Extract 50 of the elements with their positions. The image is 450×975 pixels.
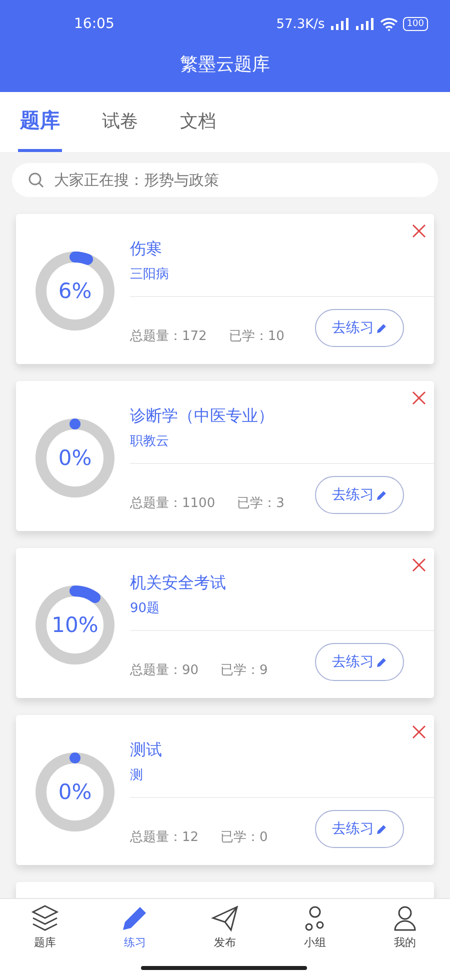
course-title: 伤寒 <box>130 239 163 260</box>
wifi-icon <box>380 17 398 31</box>
practice-button[interactable]: 去练习 <box>315 309 404 347</box>
nav-item[interactable]: 小组 <box>270 899 360 975</box>
battery-indicator: 100 <box>402 17 428 31</box>
course-subtitle: 测 <box>130 767 144 784</box>
learned-count: 已学：9 <box>220 662 268 679</box>
nav-item[interactable]: 我的 <box>360 899 450 975</box>
progress-percent: 0% <box>58 780 92 804</box>
nav-item[interactable]: 发布 <box>180 899 270 975</box>
search-field[interactable]: 大家正在搜：形势与政策 <box>12 163 438 197</box>
course-subtitle: 三阳病 <box>130 266 170 283</box>
learned-count: 已学：0 <box>220 829 268 846</box>
paper-plane-icon <box>210 903 240 933</box>
close-icon[interactable] <box>412 558 426 572</box>
course-title: 诊断学（中医专业） <box>130 406 275 427</box>
course-subtitle: 90题 <box>130 600 161 617</box>
practice-button[interactable]: 去练习 <box>315 810 404 848</box>
course-title: 测试 <box>130 740 163 761</box>
question-count: 总题量：1100 <box>130 495 216 512</box>
layers-icon <box>30 903 60 933</box>
nav-item[interactable]: 题库 <box>0 899 90 975</box>
question-count: 总题量：172 <box>130 328 207 345</box>
nav-item[interactable]: 练习 <box>90 899 180 975</box>
close-icon[interactable] <box>412 391 426 405</box>
course-subtitle: 职教云 <box>130 433 170 450</box>
progress-percent: 10% <box>52 613 98 637</box>
practice-button[interactable]: 去练习 <box>315 476 404 514</box>
question-count: 总题量：12 <box>130 829 199 846</box>
tab[interactable]: 题库 <box>18 92 62 152</box>
progress-percent: 6% <box>58 279 92 303</box>
pencil-icon <box>376 824 387 834</box>
pencil-icon <box>376 490 387 500</box>
network-speed: 57.3K/s <box>276 16 325 32</box>
app-title: 繁墨云题库 <box>179 53 271 77</box>
signal-icon <box>354 18 375 30</box>
question-count: 总题量：90 <box>130 662 199 679</box>
practice-button[interactable]: 去练习 <box>315 643 404 681</box>
close-icon[interactable] <box>412 224 426 238</box>
pencil-icon <box>376 322 387 334</box>
close-icon[interactable] <box>412 725 426 739</box>
course-title: 机关安全考试 <box>130 573 227 594</box>
tab[interactable]: 文档 <box>178 92 218 152</box>
signal-icon <box>330 18 350 30</box>
progress-percent: 0% <box>58 446 92 470</box>
learned-count: 已学：3 <box>237 495 284 512</box>
learned-count: 已学：10 <box>228 328 284 345</box>
tab[interactable]: 试卷 <box>100 92 140 152</box>
pencil-icon <box>376 656 387 668</box>
status-time: 16:05 <box>74 16 114 32</box>
